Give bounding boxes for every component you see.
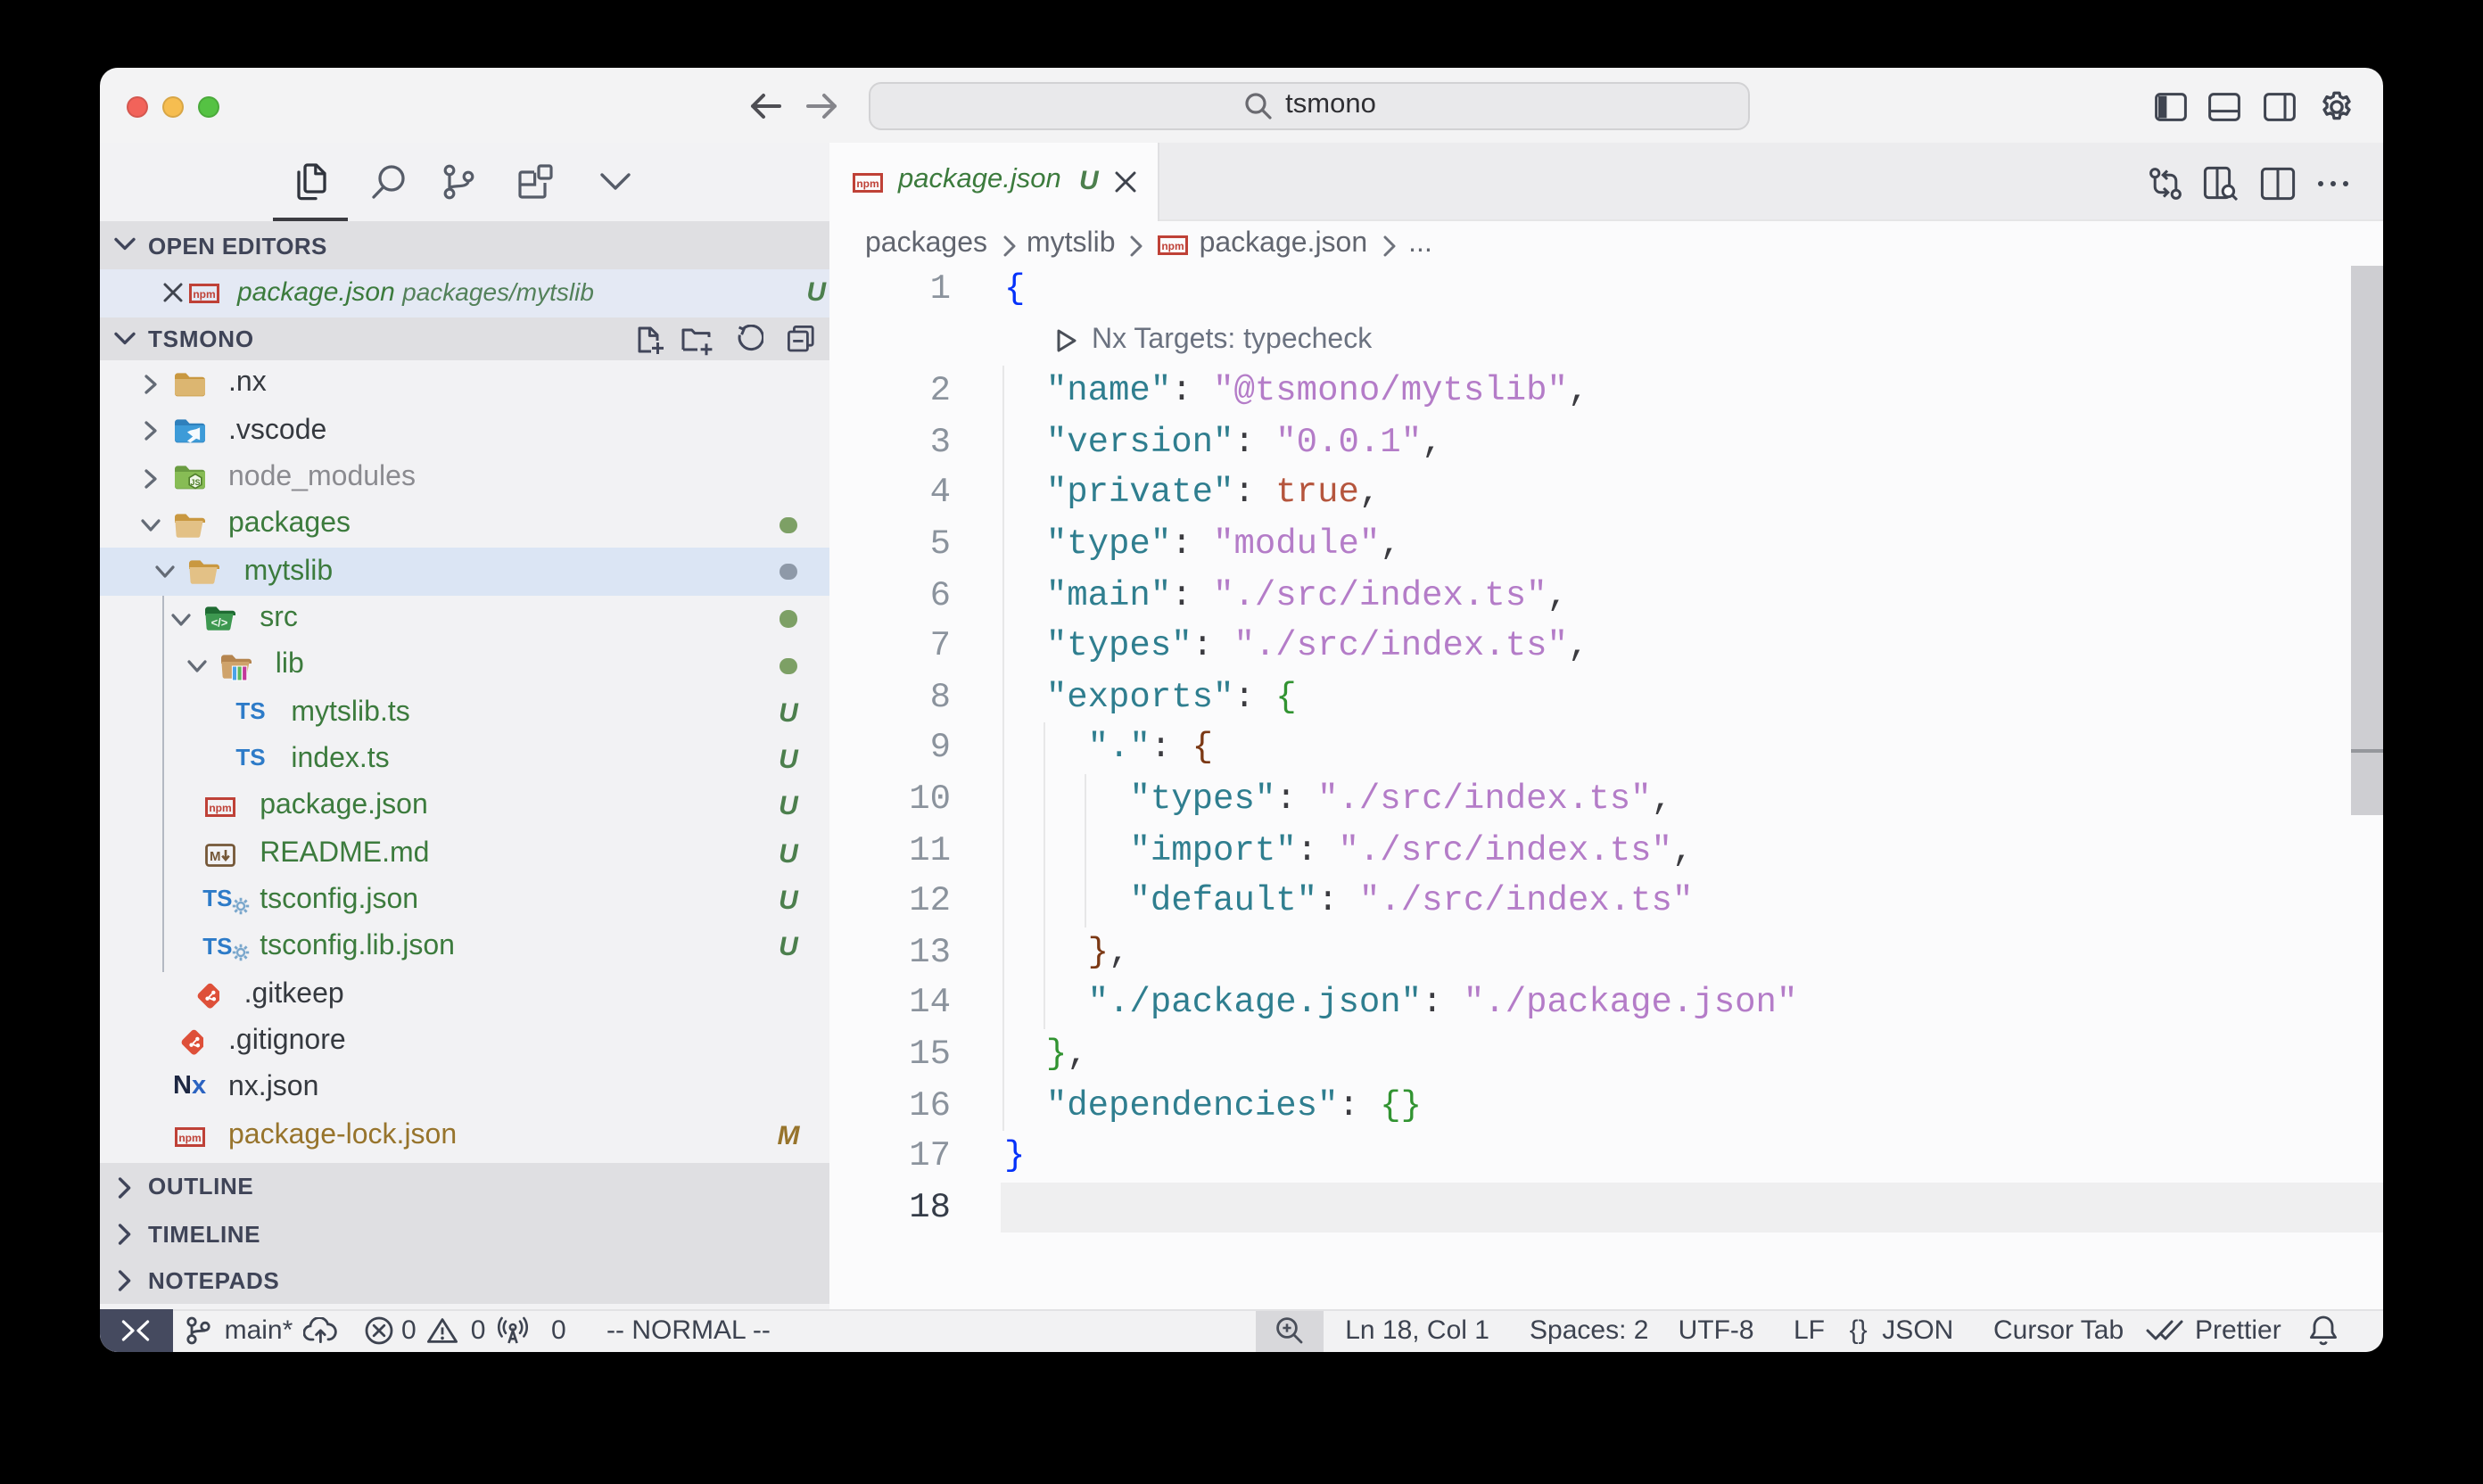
svg-text:npm: npm bbox=[177, 1131, 200, 1143]
svg-text:npm: npm bbox=[193, 287, 215, 300]
svg-text:M: M bbox=[210, 848, 221, 863]
svg-text:</>: </> bbox=[211, 616, 228, 630]
svg-text:npm: npm bbox=[856, 177, 879, 189]
svg-text:npm: npm bbox=[1162, 239, 1184, 251]
svg-text:JS: JS bbox=[189, 478, 199, 487]
svg-text:npm: npm bbox=[210, 802, 232, 814]
